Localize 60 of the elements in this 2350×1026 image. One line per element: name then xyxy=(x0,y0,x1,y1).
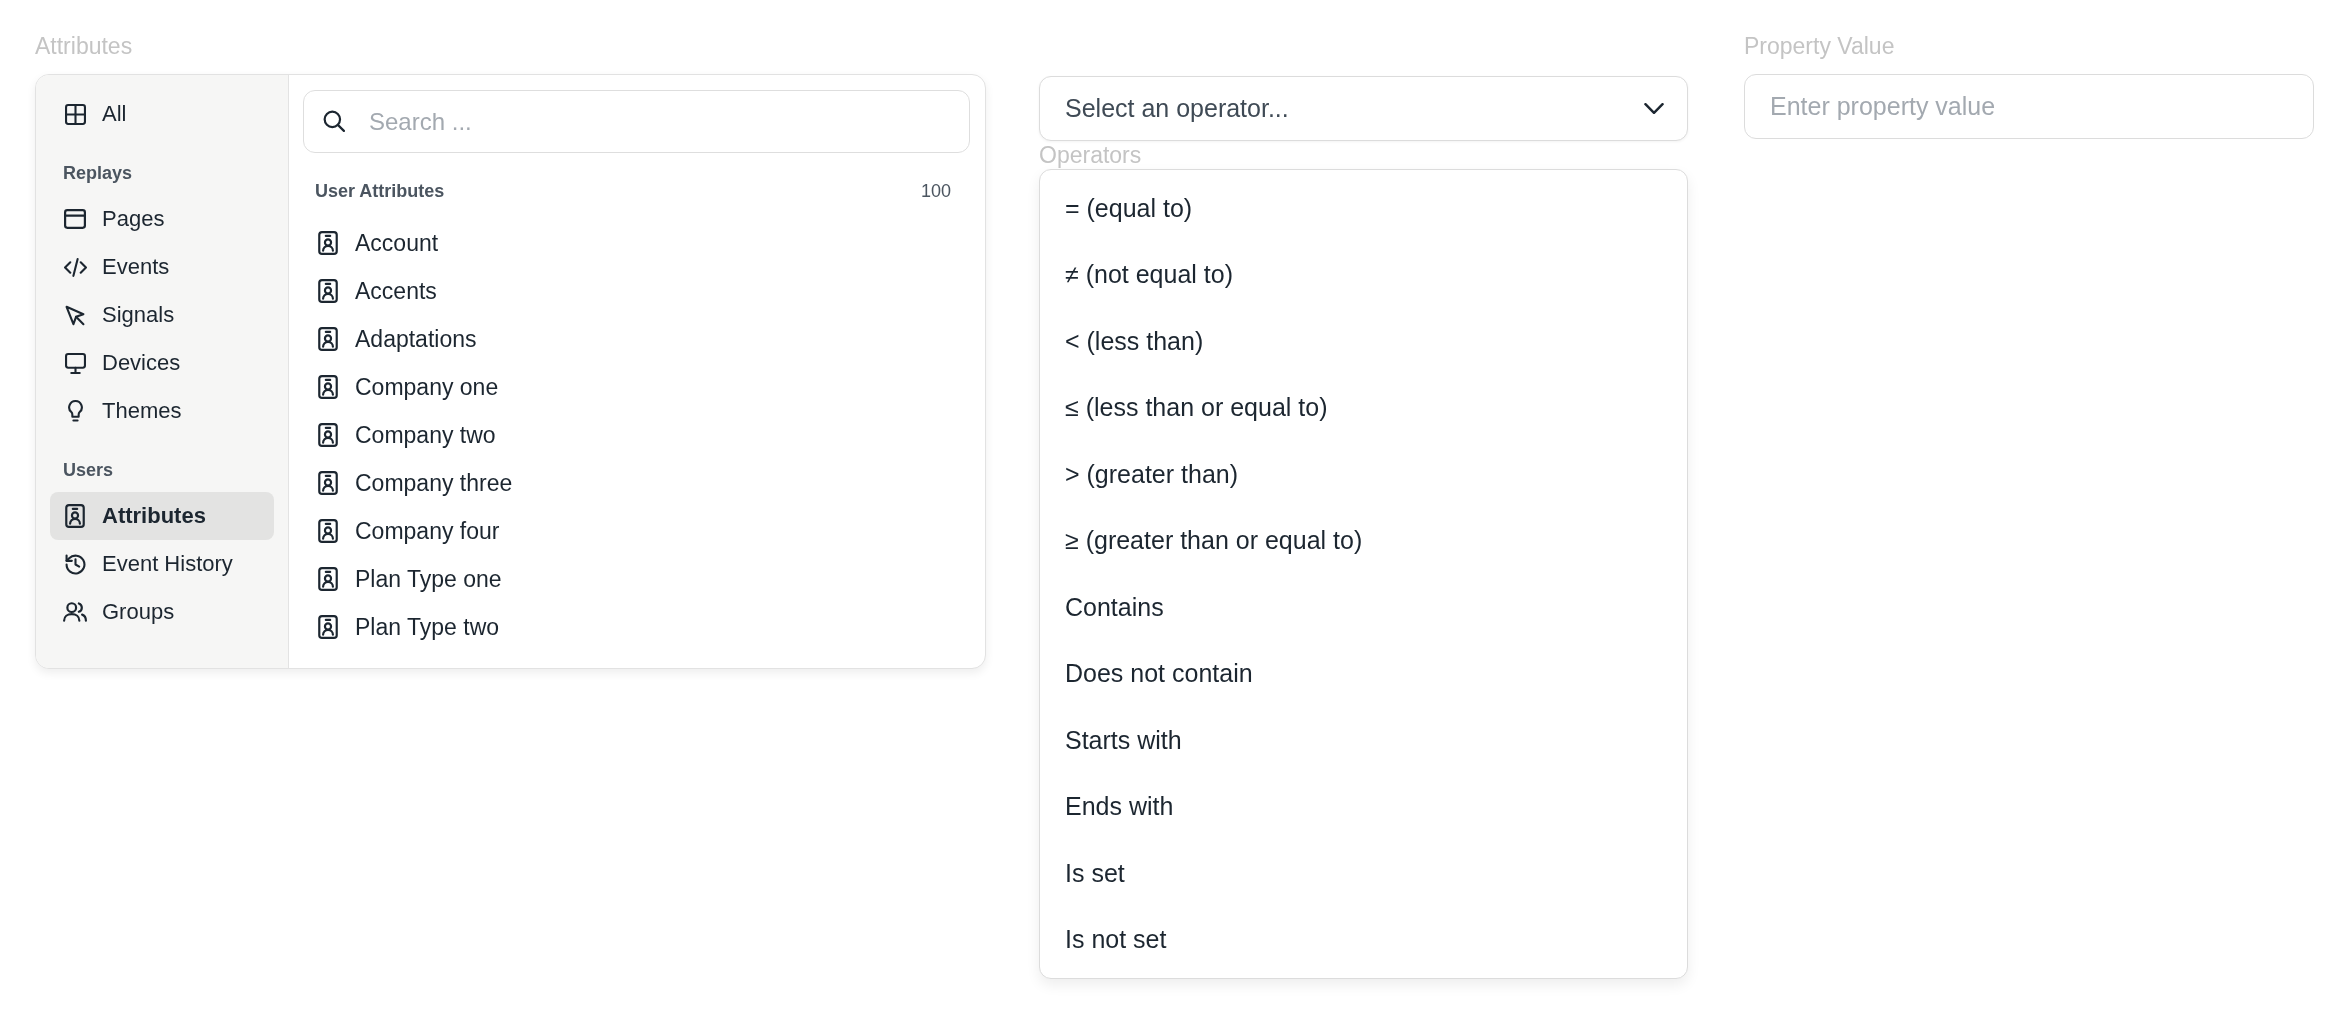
operator-option[interactable]: Starts with xyxy=(1040,707,1687,774)
person-badge-icon xyxy=(318,231,338,255)
sidebar-item[interactable]: Attributes xyxy=(50,492,274,540)
section-heading: Users xyxy=(63,459,114,482)
cursor-icon xyxy=(65,304,85,326)
attribute-item[interactable]: Account xyxy=(303,219,970,267)
attribute-item[interactable]: Company two xyxy=(303,411,970,459)
people-icon xyxy=(63,602,87,622)
person-badge-icon xyxy=(318,615,338,639)
sidebar-item[interactable]: Event History xyxy=(50,540,274,588)
person-badge-icon xyxy=(318,471,338,495)
search-field[interactable]: Search ... xyxy=(303,90,970,153)
attribute-item[interactable]: Adaptations xyxy=(303,315,970,363)
sidebar-item[interactable]: Themes xyxy=(50,387,274,435)
operator-option[interactable]: < (less than) xyxy=(1040,308,1687,375)
operator-option[interactable]: Is set xyxy=(1040,840,1687,907)
sidebar-item[interactable]: Events xyxy=(50,243,274,291)
field-label: Operators xyxy=(1039,142,1142,168)
operator-option[interactable]: ≠ (not equal to) xyxy=(1040,241,1687,308)
sidebar-item[interactable]: Pages xyxy=(50,195,274,243)
operator-option[interactable]: Does not contain xyxy=(1040,640,1687,707)
attribute-item[interactable]: Company three xyxy=(303,459,970,507)
person-badge-icon xyxy=(318,375,338,399)
attribute-item[interactable]: Company four xyxy=(303,507,970,555)
search-icon xyxy=(323,110,345,132)
operator-option[interactable]: = (equal to) xyxy=(1040,175,1687,242)
monitor-icon xyxy=(64,352,86,374)
field-label: Attributes xyxy=(35,32,133,60)
operator-option[interactable]: ≥ (greater than or equal to) xyxy=(1040,507,1687,574)
person-badge-icon xyxy=(318,279,338,303)
person-badge-icon xyxy=(318,567,338,591)
history-icon xyxy=(64,553,86,575)
attribute-item[interactable]: Accents xyxy=(303,267,970,315)
operator-option[interactable]: Ends with xyxy=(1040,773,1687,840)
person-badge-icon xyxy=(318,519,338,543)
field-label: Property Value xyxy=(1744,32,1895,60)
property-value-field[interactable]: Enter property value xyxy=(1744,74,2314,139)
operator-option[interactable]: > (greater than) xyxy=(1040,441,1687,508)
section-heading: Replays xyxy=(63,162,133,185)
operator-option[interactable]: Is not set xyxy=(1040,906,1687,973)
sidebar-item[interactable]: Signals xyxy=(50,291,274,339)
window-icon xyxy=(64,209,86,229)
person-badge-icon xyxy=(318,423,338,447)
code-icon xyxy=(63,257,87,277)
sidebar-item[interactable]: All xyxy=(50,90,274,138)
operator-option[interactable]: ≤ (less than or equal to) xyxy=(1040,374,1687,441)
operator-option[interactable]: Contains xyxy=(1040,574,1687,641)
attribute-item[interactable]: Plan Type two xyxy=(303,603,970,651)
chevron-down-icon xyxy=(1644,103,1664,114)
attribute-item[interactable]: Company one xyxy=(303,363,970,411)
person-badge-icon xyxy=(65,504,85,528)
operator-select[interactable]: Select an operator... xyxy=(1039,76,1688,141)
attribute-item[interactable]: Plan Type one xyxy=(303,555,970,603)
lightbulb-icon xyxy=(67,400,83,422)
sidebar-item[interactable]: Devices xyxy=(50,339,274,387)
person-badge-icon xyxy=(318,327,338,351)
count-label: 100 xyxy=(920,180,951,202)
sidebar-item[interactable]: Groups xyxy=(50,588,274,636)
grid-icon xyxy=(64,103,86,125)
list-heading: User Attributes xyxy=(315,180,445,202)
